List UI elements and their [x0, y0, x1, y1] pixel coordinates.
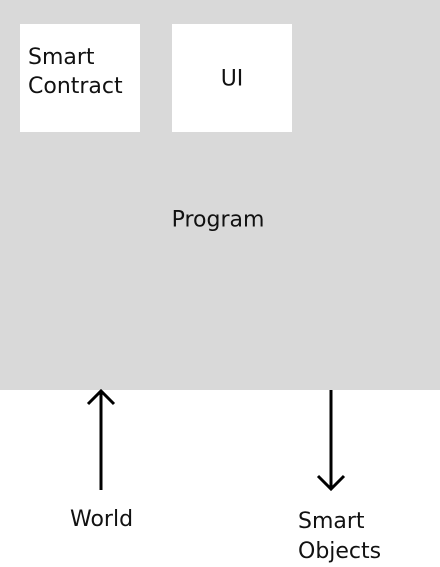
smart-objects-label: Smart Objects	[298, 509, 382, 564]
arrow-down-icon	[316, 390, 346, 492]
world-label: World	[70, 507, 134, 532]
io-arrows	[86, 388, 346, 492]
arrow-up-icon	[86, 388, 116, 490]
